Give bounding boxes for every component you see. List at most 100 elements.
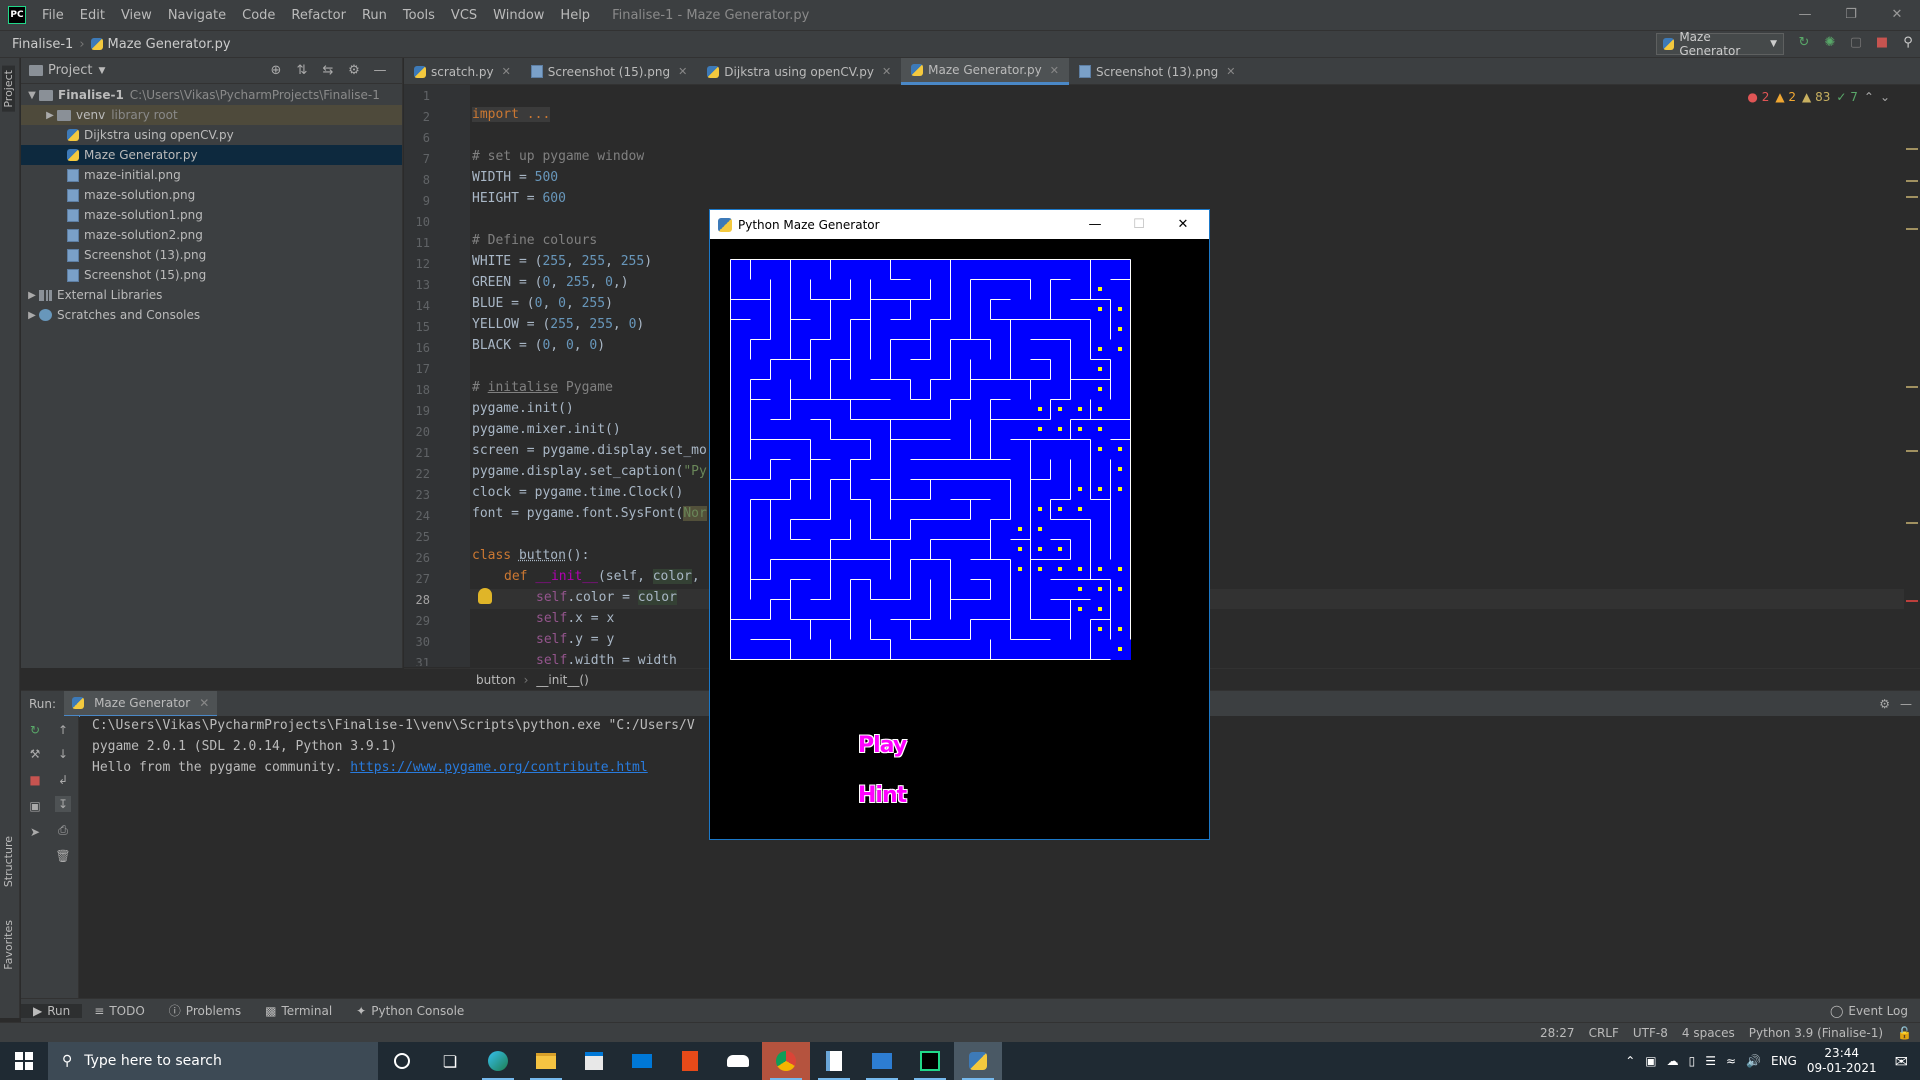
soft-wrap-icon[interactable]: ↲ [55, 772, 71, 788]
inspection-widget[interactable]: ● 2 ▲ 2 ▲ 83 ✓ 7 ⌃ ⌄ [1747, 90, 1890, 104]
notification-icon[interactable]: ✉ [1895, 1052, 1908, 1071]
minimize-icon[interactable]: — [1782, 0, 1828, 30]
chevron-up-icon[interactable]: ⌃ [1625, 1054, 1635, 1068]
interpreter[interactable]: Python 3.9 (Finalise-1) [1749, 1026, 1883, 1040]
layout-icon[interactable]: ▣ [27, 798, 43, 814]
stop-icon[interactable]: ■ [27, 772, 43, 788]
stop-icon[interactable]: ■ [1874, 34, 1890, 52]
store-icon[interactable] [570, 1042, 618, 1080]
taskbar-search[interactable]: ⚲ Type here to search [48, 1042, 378, 1080]
menu-tools[interactable]: Tools [395, 8, 443, 23]
python-taskbar-icon[interactable] [954, 1042, 1002, 1080]
console-link[interactable]: https://www.pygame.org/contribute.html [350, 760, 647, 775]
restore-icon[interactable]: ❐ [1828, 0, 1874, 30]
edge-icon[interactable] [474, 1042, 522, 1080]
tree-item-scratches[interactable]: ▶ Scratches and Consoles [21, 305, 402, 325]
tree-item-file[interactable]: maze-solution.png [21, 185, 402, 205]
clock[interactable]: 23:44 09-01-2021 [1807, 1046, 1877, 1076]
tree-item-file[interactable]: Maze Generator.py [21, 145, 402, 165]
volume-icon[interactable]: 🔊 [1746, 1054, 1761, 1068]
structure-tool-tab[interactable]: Structure [2, 836, 15, 887]
meet-now-icon[interactable]: ▣ [1645, 1054, 1656, 1068]
battery-icon[interactable]: ▯ [1689, 1054, 1696, 1068]
close-tab-icon[interactable]: ✕ [1050, 64, 1059, 77]
onedrive-icon[interactable]: ☁ [1667, 1054, 1679, 1068]
breadcrumb-class[interactable]: button [476, 673, 516, 687]
scroll-to-end-icon[interactable]: ↧ [55, 796, 71, 812]
menu-edit[interactable]: Edit [72, 8, 113, 23]
close-icon[interactable]: ✕ [1874, 0, 1920, 30]
tree-item-file[interactable]: maze-solution2.png [21, 225, 402, 245]
mail-icon[interactable] [618, 1042, 666, 1080]
favorites-tool-tab[interactable]: Favorites [2, 920, 15, 970]
chrome-icon[interactable] [762, 1042, 810, 1080]
tool-tab-terminal[interactable]: ▩ Terminal [253, 1004, 344, 1018]
hint-button[interactable]: Hint [858, 783, 907, 808]
tab-screenshot-13[interactable]: Screenshot (13).png ✕ [1069, 58, 1245, 85]
tool-tab-event-log[interactable]: ◯ Event Log [1818, 1004, 1920, 1018]
chevron-up-icon[interactable]: ⌃ [1864, 90, 1874, 104]
office-icon[interactable] [666, 1042, 714, 1080]
menu-code[interactable]: Code [234, 8, 283, 23]
menu-run[interactable]: Run [354, 8, 395, 23]
collapse-all-icon[interactable]: ⇆ [319, 62, 337, 80]
project-tool-tab[interactable]: Project [2, 66, 15, 112]
wrench-icon[interactable]: ⚒ [27, 746, 43, 762]
hide-icon[interactable]: — [1900, 697, 1912, 711]
network-icon[interactable]: ☰ [1705, 1054, 1716, 1068]
run-config-select[interactable]: Maze Generator ▼ [1656, 30, 1784, 58]
menu-help[interactable]: Help [552, 8, 598, 23]
rerun-icon[interactable]: ↻ [1796, 34, 1812, 52]
tab-screenshot-15[interactable]: Screenshot (15).png ✕ [521, 58, 697, 85]
chevron-down-icon[interactable]: ⌄ [1880, 90, 1890, 104]
gear-icon[interactable]: ⚙ [1879, 697, 1890, 711]
tree-item-file[interactable]: Dijkstra using openCV.py [21, 125, 402, 145]
tool-tab-run[interactable]: ▶ Run [21, 1003, 83, 1018]
project-panel-title[interactable]: Project [48, 63, 92, 78]
notepad-icon[interactable] [810, 1042, 858, 1080]
tab-maze-generator[interactable]: Maze Generator.py ✕ [901, 58, 1069, 85]
hide-icon[interactable]: — [371, 62, 389, 80]
chevron-down-icon[interactable]: ▼ [98, 66, 105, 76]
gear-icon[interactable]: ⚙ [345, 62, 363, 80]
expand-all-icon[interactable]: ⇅ [293, 62, 311, 80]
debug-icon[interactable]: ✺ [1822, 34, 1838, 52]
breadcrumb-method[interactable]: __init__() [536, 673, 588, 687]
tool-tab-problems[interactable]: ⓘ Problems [157, 1002, 253, 1019]
breadcrumb-file[interactable]: Maze Generator.py [108, 37, 237, 52]
print-icon[interactable]: ⎙ [55, 822, 71, 838]
pycharm-taskbar-icon[interactable] [906, 1042, 954, 1080]
indent-setting[interactable]: 4 spaces [1682, 1026, 1735, 1040]
close-tab-icon[interactable]: ✕ [882, 65, 891, 78]
menu-file[interactable]: File [34, 8, 72, 23]
trash-icon[interactable]: 🗑 [55, 848, 71, 864]
task-view-icon[interactable]: ❏ [426, 1042, 474, 1080]
line-separator[interactable]: CRLF [1589, 1026, 1619, 1040]
play-button[interactable]: Play [858, 733, 907, 758]
tab-dijkstra[interactable]: Dijkstra using openCV.py ✕ [697, 58, 901, 85]
search-icon[interactable]: ⚲ [1900, 34, 1916, 52]
lock-icon[interactable]: 🔓 [1897, 1026, 1912, 1040]
tool-tab-python-console[interactable]: ✦ Python Console [344, 1004, 476, 1018]
close-tab-icon[interactable]: ✕ [1226, 65, 1235, 78]
breadcrumb-project[interactable]: Finalise-1 [0, 37, 79, 52]
locate-icon[interactable]: ⊕ [267, 62, 285, 80]
arrow-down-icon[interactable]: ↓ [55, 746, 71, 762]
tree-item-file[interactable]: Screenshot (13).png [21, 245, 402, 265]
rerun-icon[interactable]: ↻ [27, 722, 43, 738]
close-tab-icon[interactable]: ✕ [502, 65, 511, 78]
photos-icon[interactable] [858, 1042, 906, 1080]
wifi-icon[interactable]: ≈ [1726, 1054, 1736, 1068]
arrow-up-icon[interactable]: ↑ [55, 722, 71, 738]
close-icon[interactable]: ✕ [1161, 210, 1205, 239]
tree-item-file[interactable]: maze-initial.png [21, 165, 402, 185]
cortana-icon[interactable] [378, 1042, 426, 1080]
windows-start-icon[interactable] [0, 1042, 48, 1080]
minimize-icon[interactable]: — [1073, 210, 1117, 239]
menu-window[interactable]: Window [485, 8, 552, 23]
lightbulb-icon[interactable] [478, 588, 492, 604]
tree-item-file[interactable]: Screenshot (15).png [21, 265, 402, 285]
close-tab-icon[interactable]: ✕ [678, 65, 687, 78]
file-explorer-icon[interactable] [522, 1042, 570, 1080]
coverage-icon[interactable]: ▢ [1848, 34, 1864, 52]
